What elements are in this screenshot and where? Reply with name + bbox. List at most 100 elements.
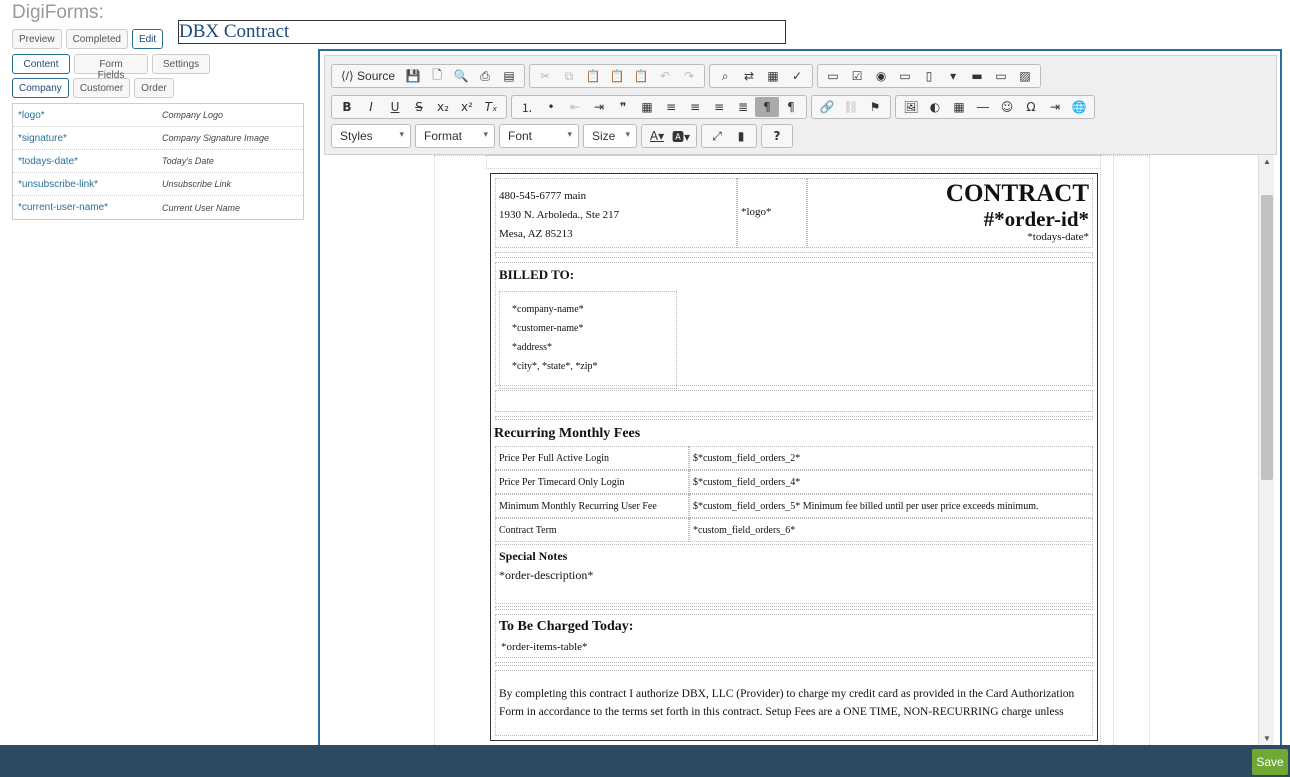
new-page-icon[interactable]: 🗋 xyxy=(425,66,449,86)
fee-value: *custom_field_orders_6* xyxy=(689,518,1093,542)
smiley-icon[interactable]: ☺ xyxy=(995,97,1019,117)
format-dropdown[interactable]: Format xyxy=(415,124,495,148)
source-button[interactable]: ⟨/⟩ Source xyxy=(335,66,401,86)
align-right-icon[interactable]: ≡ xyxy=(707,97,731,117)
tab-order[interactable]: Order xyxy=(134,78,174,98)
radio-icon[interactable]: ◉ xyxy=(869,66,893,86)
notes-value: *order-description* xyxy=(499,568,594,582)
maximize-icon[interactable]: ⤢ xyxy=(705,126,729,146)
table-icon[interactable]: ▦ xyxy=(947,97,971,117)
font-dropdown[interactable]: Font xyxy=(499,124,579,148)
show-blocks-icon[interactable]: ▮ xyxy=(729,126,753,146)
select-all-icon[interactable]: ▦ xyxy=(761,66,785,86)
superscript-icon[interactable]: x² xyxy=(455,97,479,117)
bg-color-icon[interactable]: 🅰▾ xyxy=(669,126,693,146)
preview-icon[interactable]: 🔍 xyxy=(449,66,473,86)
completed-button[interactable]: Completed xyxy=(65,29,128,49)
scroll-thumb[interactable] xyxy=(1261,195,1273,480)
outdent-icon[interactable]: ⇤ xyxy=(563,97,587,117)
print-icon[interactable]: ⎙ xyxy=(473,66,497,86)
tab-content[interactable]: Content xyxy=(12,54,70,74)
field-key[interactable]: *signature* xyxy=(13,133,162,144)
textfield-icon[interactable]: ▭ xyxy=(893,66,917,86)
justify-icon[interactable]: ≣ xyxy=(731,97,755,117)
underline-icon[interactable]: U xyxy=(383,97,407,117)
help-button[interactable]: ? xyxy=(765,126,789,146)
image-icon[interactable]: 🖼 xyxy=(899,97,923,117)
checkbox-icon[interactable]: ☑ xyxy=(845,66,869,86)
horizontal-rule-icon[interactable]: ― xyxy=(971,97,995,117)
undo-icon[interactable]: ↶ xyxy=(653,66,677,86)
numbered-list-icon[interactable]: ⒈ xyxy=(515,97,539,117)
image-button-icon[interactable]: ▭ xyxy=(989,66,1013,86)
cut-icon[interactable]: ✂ xyxy=(533,66,557,86)
bold-icon[interactable]: B xyxy=(335,97,359,117)
copy-icon[interactable]: ⧉ xyxy=(557,66,581,86)
source-label: Source xyxy=(357,69,396,83)
text-color-icon[interactable]: A▾ xyxy=(645,126,669,146)
preview-button[interactable]: Preview xyxy=(12,29,62,49)
unlink-icon[interactable]: ⛓ xyxy=(839,97,863,117)
tab-form-fields[interactable]: Form Fields xyxy=(74,54,148,81)
field-key[interactable]: *todays-date* xyxy=(13,156,162,167)
anchor-icon[interactable]: ⚑ xyxy=(863,97,887,117)
paste-text-icon[interactable]: 📋 xyxy=(605,66,629,86)
tab-customer[interactable]: Customer xyxy=(72,78,131,98)
rtl-icon[interactable]: ¶ xyxy=(779,97,803,117)
table-row: Price Per Timecard Only Login $*custom_f… xyxy=(495,470,1093,494)
editor-content[interactable]: 480-545-6777 main 1930 N. Arboleda., Ste… xyxy=(324,155,1259,749)
form-icon[interactable]: ▭ xyxy=(821,66,845,86)
div-icon[interactable]: ▦ xyxy=(635,97,659,117)
field-key[interactable]: *current-user-name* xyxy=(13,202,162,213)
templates-icon[interactable]: ▤ xyxy=(497,66,521,86)
editor-scrollbar[interactable]: ▲ ▼ xyxy=(1258,155,1274,745)
order-id: #*order-id* xyxy=(983,207,1089,231)
ltr-icon[interactable]: ¶ xyxy=(755,97,779,117)
iframe-icon[interactable]: 🌐 xyxy=(1067,97,1091,117)
select-field-icon[interactable]: ▾ xyxy=(941,66,965,86)
bulleted-list-icon[interactable]: • xyxy=(539,97,563,117)
field-desc: Unsubscribe Link xyxy=(162,179,232,189)
special-char-icon[interactable]: Ω xyxy=(1019,97,1043,117)
field-key[interactable]: *logo* xyxy=(13,110,162,121)
field-key[interactable]: *unsubscribe-link* xyxy=(13,179,162,190)
blockquote-icon[interactable]: ❞ xyxy=(611,97,635,117)
tab-company[interactable]: Company xyxy=(12,78,69,98)
indent-icon[interactable]: ⇥ xyxy=(587,97,611,117)
styles-dropdown[interactable]: Styles xyxy=(331,124,411,148)
align-left-icon[interactable]: ≡ xyxy=(659,97,683,117)
spellcheck-icon[interactable]: ✓ xyxy=(785,66,809,86)
size-dropdown[interactable]: Size xyxy=(583,124,637,148)
replace-icon[interactable]: ⇄ xyxy=(737,66,761,86)
page-break-icon[interactable]: ⇥ xyxy=(1043,97,1067,117)
scroll-down-icon[interactable]: ▼ xyxy=(1263,734,1271,743)
find-icon[interactable]: ⌕ xyxy=(713,66,737,86)
button-field-icon[interactable]: ▬ xyxy=(965,66,989,86)
tab-settings[interactable]: Settings xyxy=(152,54,210,74)
scroll-up-icon[interactable]: ▲ xyxy=(1263,157,1271,166)
field-row-signature[interactable]: *signature* Company Signature Image xyxy=(13,127,303,150)
field-row-todays-date[interactable]: *todays-date* Today's Date xyxy=(13,150,303,173)
field-row-current-user-name[interactable]: *current-user-name* Current User Name xyxy=(13,196,303,219)
field-row-logo[interactable]: *logo* Company Logo xyxy=(13,104,303,127)
billed-to-box: *company-name* *customer-name* *address*… xyxy=(499,291,677,389)
textarea-icon[interactable]: ▯ xyxy=(917,66,941,86)
flash-icon[interactable]: ◐ xyxy=(923,97,947,117)
paste-word-icon[interactable]: 📋 xyxy=(629,66,653,86)
redo-icon[interactable]: ↷ xyxy=(677,66,701,86)
italic-icon[interactable]: I xyxy=(359,97,383,117)
strike-icon[interactable]: S xyxy=(407,97,431,117)
save-icon[interactable]: 💾 xyxy=(401,66,425,86)
rich-text-editor: ⟨/⟩ Source 💾 🗋 🔍 ⎙ ▤ ✂ ⧉ 📋 📋 📋 ↶ ↷ ⌕ ⇄ ▦ xyxy=(318,49,1282,749)
save-button[interactable]: Save xyxy=(1252,749,1288,775)
link-icon[interactable]: 🔗 xyxy=(815,97,839,117)
paste-icon[interactable]: 📋 xyxy=(581,66,605,86)
remove-format-icon[interactable]: Tₓ xyxy=(479,97,503,117)
subscript-icon[interactable]: x₂ xyxy=(431,97,455,117)
charged-title: To Be Charged Today: xyxy=(499,619,634,634)
logo-cell: *logo* xyxy=(737,178,807,248)
align-center-icon[interactable]: ≡ xyxy=(683,97,707,117)
hidden-field-icon[interactable]: ▨ xyxy=(1013,66,1037,86)
field-row-unsubscribe-link[interactable]: *unsubscribe-link* Unsubscribe Link xyxy=(13,173,303,196)
edit-button[interactable]: Edit xyxy=(131,29,164,49)
